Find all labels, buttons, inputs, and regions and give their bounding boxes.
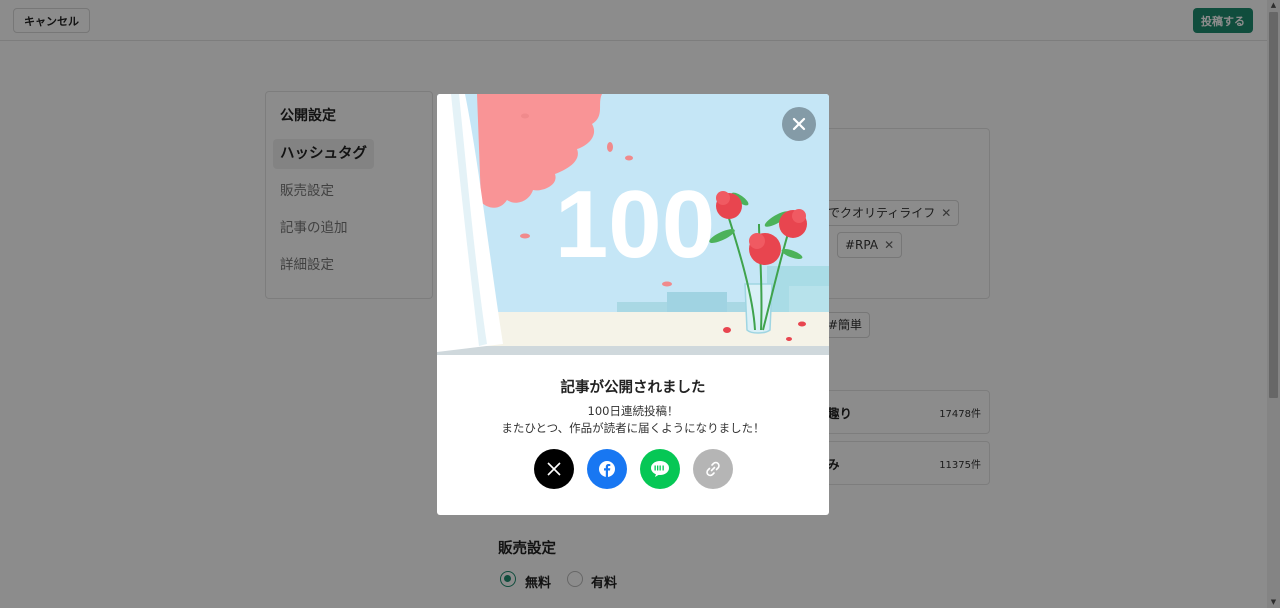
celebration-illustration: 100: [437, 94, 829, 355]
link-icon: [706, 461, 720, 477]
dialog-message-line1: 100日連続投稿！: [587, 404, 679, 418]
copy-link-button[interactable]: [693, 449, 733, 489]
share-facebook-button[interactable]: [587, 449, 627, 489]
close-button[interactable]: [782, 107, 816, 141]
publish-success-dialog: 100 記事が公開されました 100日連続投稿！ またひとつ、作品が読者に届くよ…: [437, 94, 829, 515]
hero-number: 100: [555, 171, 715, 278]
dialog-message-line2: またひとつ、作品が読者に届くようになりました！: [501, 421, 765, 435]
share-x-button[interactable]: [534, 449, 574, 489]
facebook-icon: [599, 461, 615, 477]
close-icon: [792, 117, 806, 131]
x-icon: [547, 462, 561, 476]
dialog-title: 記事が公開されました: [560, 380, 706, 396]
line-icon: [651, 461, 669, 477]
share-line-button[interactable]: [640, 449, 680, 489]
